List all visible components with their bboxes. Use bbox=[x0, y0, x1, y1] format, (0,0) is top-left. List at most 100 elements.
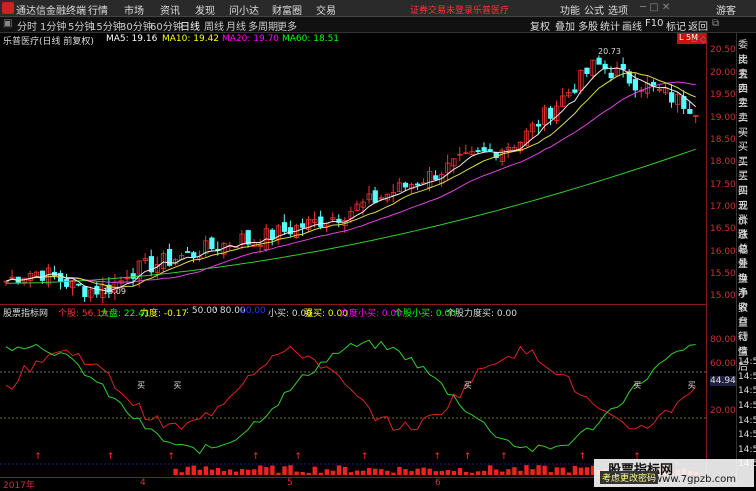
window-controls[interactable]: ─ □ ✕ bbox=[640, 2, 670, 13]
btn-diejia[interactable]: 叠加 bbox=[555, 18, 575, 33]
candle-body bbox=[287, 227, 294, 235]
volume-bar bbox=[300, 472, 305, 475]
btn-duogu[interactable]: 多股 bbox=[578, 18, 598, 33]
menu-gongshi[interactable]: 公式 bbox=[584, 2, 604, 17]
tab-monthly[interactable]: 月线 bbox=[226, 18, 246, 33]
volume-bar bbox=[409, 471, 414, 475]
panel-close-icons[interactable]: ▫ ◇ bbox=[691, 35, 707, 45]
volume-bar bbox=[306, 472, 311, 475]
menu-xuanxiang[interactable]: 选项 bbox=[608, 2, 628, 17]
volume-bar bbox=[530, 469, 535, 475]
side-panel-item[interactable]: 14:5 bbox=[738, 386, 756, 396]
volume-bar bbox=[518, 470, 523, 475]
candle-body bbox=[596, 57, 602, 65]
volume-bar bbox=[282, 466, 287, 475]
menu-hangqing[interactable]: 行情 bbox=[88, 2, 108, 17]
menu-wenxiaoda[interactable]: 问小达 bbox=[229, 2, 259, 17]
price-tick: 16.00 bbox=[710, 246, 736, 257]
buy-signal-label: 买 bbox=[137, 381, 145, 390]
btn-tongji[interactable]: 统计 bbox=[600, 18, 620, 33]
candle-body bbox=[39, 270, 46, 281]
side-panel-item[interactable]: 14:5 bbox=[738, 445, 756, 455]
tab-60min[interactable]: 60分钟 bbox=[150, 18, 183, 33]
title-bar: 通达信金融终端 行情 市场 资讯 发现 问小达 财富圈 交易 证券交易未登录 乐… bbox=[0, 0, 756, 17]
menu-caifuquan[interactable]: 财富圈 bbox=[272, 2, 302, 17]
candlestick-chart[interactable]: 20.73 15.09 bbox=[0, 46, 706, 304]
side-panel-item[interactable]: 14:5 bbox=[738, 372, 756, 382]
volume-bar bbox=[572, 465, 578, 475]
volume-bar bbox=[330, 470, 336, 475]
tab-15min[interactable]: 15分钟 bbox=[90, 18, 123, 33]
buy-arrow-icon: ↑ bbox=[464, 452, 472, 462]
volume-bar bbox=[475, 471, 481, 475]
volume-bar bbox=[385, 470, 390, 475]
volume-bar bbox=[312, 466, 317, 475]
volume-bar bbox=[403, 469, 408, 475]
menu-faxian[interactable]: 发现 bbox=[195, 2, 215, 17]
login-warning[interactable]: 证券交易未登录 bbox=[410, 3, 473, 16]
volume-bar bbox=[233, 471, 239, 475]
buy-arrow-icon: ↑ bbox=[434, 452, 442, 462]
buy-arrow-icon: ↑ bbox=[252, 452, 260, 462]
volume-bar bbox=[566, 472, 572, 475]
f50-value: : 50.00 bbox=[186, 306, 218, 316]
btn-biaoji[interactable]: 标记 bbox=[666, 18, 686, 33]
buy-arrow-icon: ↑ bbox=[500, 452, 508, 462]
btn-f10[interactable]: F10 bbox=[645, 18, 663, 29]
volume-bar bbox=[445, 470, 451, 475]
price-tick: 15.50 bbox=[710, 268, 736, 279]
tab-more[interactable]: 更多 bbox=[277, 18, 297, 33]
tab-daily[interactable]: 日线 bbox=[180, 18, 200, 33]
quote-side-panel: 委比 卖五 卖四 卖三 卖二 卖一 买一 买二 买三 买四 买五 现价 涨跌 涨幅 总量 外盘 换手 净资 收益 自动… bbox=[736, 33, 756, 487]
btn-fuquan[interactable]: 复权 bbox=[530, 18, 550, 33]
indicator-tick: 20.00 bbox=[710, 405, 736, 416]
price-tick: 18.00 bbox=[710, 157, 736, 168]
candle-body bbox=[64, 279, 70, 287]
btn-fanhui[interactable]: 返回 bbox=[688, 18, 708, 33]
price-tick: 19.00 bbox=[710, 112, 736, 123]
candle-body bbox=[372, 190, 378, 203]
volume-bar bbox=[336, 465, 342, 475]
volume-bar bbox=[270, 465, 275, 475]
candle-body bbox=[608, 72, 614, 79]
volume-bar bbox=[560, 467, 565, 475]
btn-huaxian[interactable]: 画线 bbox=[622, 18, 642, 33]
candle-body bbox=[481, 147, 487, 152]
price-tick: 16.50 bbox=[710, 224, 736, 235]
indicator-tick: 80.00 bbox=[710, 335, 736, 346]
layout-icon[interactable]: ▣ bbox=[3, 18, 12, 29]
side-panel-item[interactable]: 14:5 bbox=[738, 401, 756, 411]
indicator-chart[interactable]: ↑ ↑ ↑ ↑ ↑ ↑ ↑ ↑ ↑ ↑ ↑ 买买买买买 bbox=[0, 317, 706, 479]
ma10-value: MA10: 19.42 bbox=[162, 34, 220, 44]
restore-icon[interactable]: ⧉ bbox=[712, 18, 719, 29]
volume-bar bbox=[433, 471, 438, 475]
guest-label[interactable]: 游客 bbox=[716, 2, 736, 17]
stock-link[interactable]: 乐普医疗 bbox=[473, 3, 509, 16]
volume-bar bbox=[276, 472, 281, 475]
menu-shichang[interactable]: 市场 bbox=[124, 2, 144, 17]
volume-bar bbox=[342, 466, 348, 475]
menu-zixun[interactable]: 资讯 bbox=[160, 2, 180, 17]
password-hint[interactable]: 考虑更改密码 bbox=[600, 471, 659, 484]
tab-weekly[interactable]: 周线 bbox=[204, 18, 224, 33]
side-panel-item[interactable]: 14:5 bbox=[738, 416, 756, 426]
volume-bar bbox=[439, 471, 444, 475]
indicator-tick: 44.94 bbox=[710, 376, 736, 387]
menu-jiaoyi[interactable]: 交易 bbox=[316, 2, 336, 17]
volume-bar bbox=[500, 471, 505, 475]
period-toolbar: ▣ 分时 1分钟 5分钟 15分钟 30分钟 60分钟 日线 周线 月线 多周期… bbox=[0, 17, 756, 33]
candle-body bbox=[414, 183, 421, 186]
menu-gongneng[interactable]: 功能 bbox=[560, 2, 580, 17]
tab-30min[interactable]: 30分钟 bbox=[120, 18, 153, 33]
side-panel-item[interactable]: 14:5 bbox=[738, 430, 756, 440]
tab-multi[interactable]: 多周期 bbox=[248, 18, 278, 33]
volume-bar bbox=[252, 469, 257, 475]
volume-bar bbox=[548, 472, 553, 475]
side-panel-item[interactable]: 14:5 bbox=[738, 357, 756, 367]
ma-info-bar: 乐普医疗(日线 前复权) MA5: 19.16 MA10: 19.42 MA20… bbox=[0, 33, 706, 47]
tab-fenshi[interactable]: 分时 bbox=[17, 18, 37, 33]
tab-1min[interactable]: 1分钟 bbox=[40, 18, 66, 33]
candle-body bbox=[82, 286, 88, 298]
volume-bar bbox=[288, 465, 293, 475]
volume-bar bbox=[318, 472, 323, 475]
